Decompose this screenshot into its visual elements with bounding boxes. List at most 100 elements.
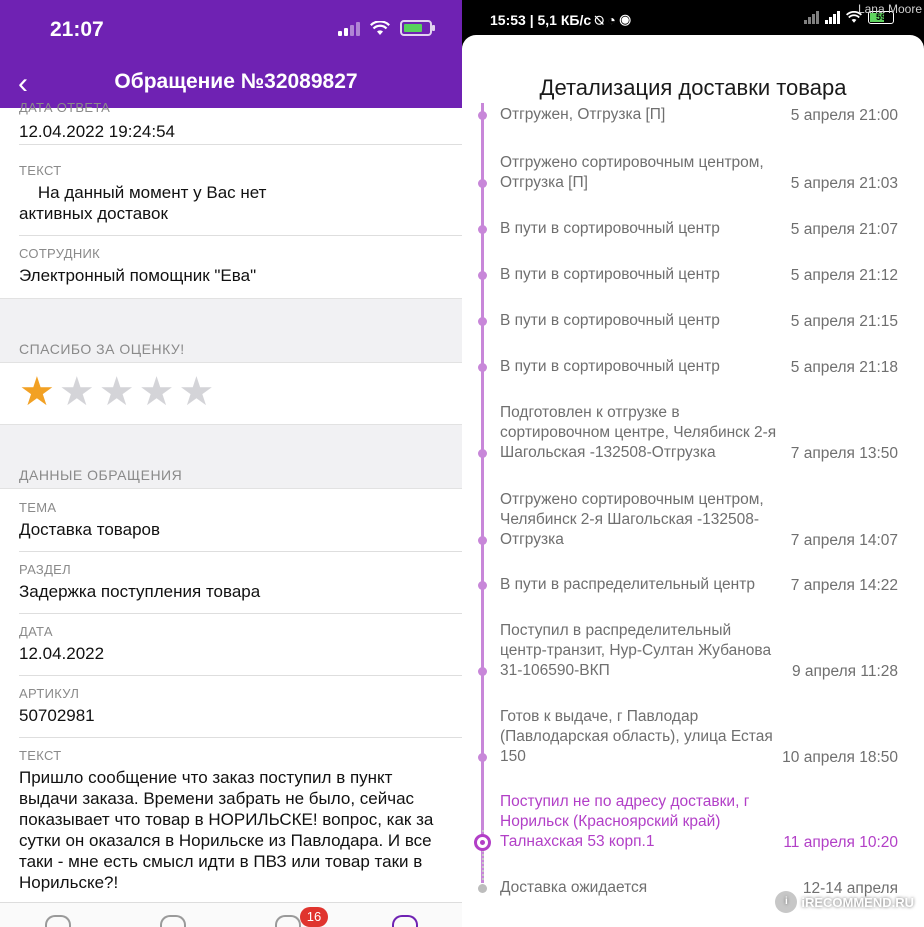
event-date: 7 апреля 14:22: [788, 577, 898, 595]
event-date: 5 апреля 21:07: [788, 221, 898, 239]
field-label: ТЕМА: [19, 500, 57, 515]
field-label: РАЗДЕЛ: [19, 562, 71, 577]
current-status-dot-icon: [474, 834, 491, 851]
cellular-signal-icon: [804, 11, 819, 24]
event-description: Подготовлен к отгрузке в сортировочном ц…: [500, 404, 777, 461]
timeline-line: [481, 103, 484, 883]
status-text: 15:53 | 5,1 КБ/с ⍉ ◔ ◉: [490, 12, 631, 28]
field-value: 50702981: [19, 706, 95, 725]
event-description: В пути в сортировочный центр: [500, 220, 720, 237]
field-value: 12.04.2022: [19, 644, 105, 663]
event-date: 11 апреля 10:20: [781, 834, 898, 852]
field-label: АРТИКУЛ: [19, 686, 80, 701]
event-description: Готов к выдаче, г Павлодар (Павлодарская…: [500, 708, 773, 765]
star-empty-icon: ★: [138, 370, 175, 414]
event-description: Поступил не по адресу доставки, г Нориль…: [500, 793, 750, 850]
profile-tab-icon[interactable]: [392, 915, 418, 927]
message-text-field: ТЕКСТ Пришло сообщение что заказ поступи…: [19, 748, 442, 908]
status-time: 21:07: [50, 18, 104, 41]
status-dot-icon: [478, 667, 487, 676]
field-value: Доставка товаров: [19, 520, 161, 539]
details-section-header: ДАННЫЕ ОБРАЩЕНИЯ: [0, 424, 462, 489]
event-description: В пути в распределительный центр: [500, 576, 755, 593]
cart-count-badge: 16: [300, 907, 328, 927]
status-dot-icon: [478, 317, 487, 326]
delivery-sheet[interactable]: Детализация доставки товара Отгружен, От…: [462, 35, 924, 927]
irecommend-logo-icon: i: [775, 891, 798, 913]
timeline-event: В пути в сортировочный центр 5 апреля 21:…: [500, 357, 898, 377]
event-description: В пути в сортировочный центр: [500, 358, 720, 375]
answer-date-field: ДАТА ОТВЕТА 12.04.2022 19:24:54: [19, 100, 462, 145]
event-date: 9 апреля 11:28: [789, 663, 898, 681]
status-dot-icon: [478, 884, 487, 893]
event-description: В пути в сортировочный центр: [500, 312, 720, 329]
rating-title: СПАСИБО ЗА ОЦЕНКУ!: [19, 341, 185, 357]
timeline-event: Подготовлен к отгрузке в сортировочном ц…: [500, 403, 898, 463]
timeline-event: В пути в сортировочный центр 5 апреля 21:…: [500, 311, 898, 331]
timeline-event: В пути в сортировочный центр 5 апреля 21:…: [500, 219, 898, 239]
section-field: РАЗДЕЛ Задержка поступления товара: [19, 562, 462, 614]
timeline-event: Поступил в распределительный центр-транз…: [500, 621, 898, 681]
timeline-event: Отгружен, Отгрузка [П] 5 апреля 21:00: [500, 105, 898, 125]
event-date: 5 апреля 21:12: [788, 267, 898, 285]
date-field: ДАТА 12.04.2022: [19, 624, 462, 676]
watermark-text: iRECOMMEND.RU: [801, 894, 914, 910]
event-description: Отгружено сортировочным центром, Отгрузк…: [500, 154, 764, 191]
status-dot-icon: [478, 225, 487, 234]
field-value: 12.04.2022 19:24:54: [19, 122, 175, 141]
topic-field: ТЕМА Доставка товаров: [19, 500, 462, 552]
field-value: Задержка поступления товара: [19, 582, 261, 601]
event-description: Отгружен, Отгрузка [П]: [500, 106, 666, 123]
rating-section-header: СПАСИБО ЗА ОЦЕНКУ!: [0, 298, 462, 363]
event-description: Доставка ожидается: [500, 879, 648, 896]
home-tab-icon[interactable]: [45, 915, 71, 927]
search-tab-icon[interactable]: [160, 915, 186, 927]
sheet-title: Детализация доставки товара: [539, 75, 847, 100]
ticket-content[interactable]: ДАТА ОТВЕТА 12.04.2022 19:24:54 ТЕКСТ На…: [0, 100, 462, 927]
event-date: 7 апреля 13:50: [788, 445, 898, 463]
status-icons: [338, 20, 435, 36]
page-title: Обращение №32089827: [114, 70, 358, 93]
cart-tab-icon[interactable]: [275, 915, 301, 927]
timeline-event: В пути в сортировочный центр 5 апреля 21:…: [500, 265, 898, 285]
bottom-tab-bar: 16: [0, 902, 462, 927]
status-dot-icon: [478, 753, 487, 762]
rating-stars: ★ ★ ★ ★ ★: [19, 372, 214, 412]
site-watermark: i iRECOMMEND.RU: [775, 891, 914, 913]
field-label: ДАТА: [19, 624, 53, 639]
status-dot-icon: [478, 536, 487, 545]
field-value: На данный момент у Вас нет активных дост…: [19, 183, 272, 223]
timeline-event: Поступил не по адресу доставки, г Нориль…: [500, 792, 898, 852]
delivery-details-screen: 15:53 | 5,1 КБ/с ⍉ ◔ ◉ 59 Lana Moore Дет…: [462, 0, 924, 927]
timeline-event: Отгружено сортировочным центром, Отгрузк…: [500, 153, 898, 193]
event-date: 5 апреля 21:00: [788, 107, 898, 125]
ios-status-bar: 21:07: [0, 0, 462, 60]
field-value: Электронный помощник "Ева": [19, 266, 257, 285]
event-date: 7 апреля 14:07: [788, 532, 898, 550]
status-dot-icon: [478, 111, 487, 120]
employee-field: СОТРУДНИК Электронный помощник "Ева": [19, 246, 462, 298]
android-status-bar: 15:53 | 5,1 КБ/с ⍉ ◔ ◉ 59 Lana Moore: [462, 0, 924, 38]
field-value: Пришло сообщение что заказ поступил в пу…: [19, 768, 434, 892]
author-watermark: Lana Moore: [857, 2, 922, 16]
event-date: 5 апреля 21:18: [788, 359, 898, 377]
field-label: СОТРУДНИК: [19, 246, 101, 261]
cellular-signal-icon: [338, 20, 360, 36]
status-dot-icon: [478, 363, 487, 372]
field-label: ТЕКСТ: [19, 163, 62, 178]
status-dot-icon: [478, 449, 487, 458]
timeline-event: Отгружено сортировочным центром, Челябин…: [500, 490, 898, 550]
answer-text-field: ТЕКСТ На данный момент у Вас нет активны…: [19, 163, 462, 236]
event-date: 10 апреля 18:50: [780, 749, 898, 767]
wifi-icon: [370, 20, 390, 35]
event-description: В пути в сортировочный центр: [500, 266, 720, 283]
star-empty-icon: ★: [58, 370, 95, 414]
event-date: 5 апреля 21:15: [788, 313, 898, 331]
status-dot-icon: [478, 581, 487, 590]
ticket-screen: 21:07 ‹ Обращение №32089827 ДАТА ОТВЕТА …: [0, 0, 462, 927]
status-dot-icon: [478, 271, 487, 280]
field-label: ТЕКСТ: [19, 748, 62, 763]
timeline-event: В пути в распределительный центр 7 апреля…: [500, 575, 898, 595]
star-filled-icon: ★: [19, 370, 55, 414]
event-description: Поступил в распределительный центр-транз…: [500, 622, 772, 679]
